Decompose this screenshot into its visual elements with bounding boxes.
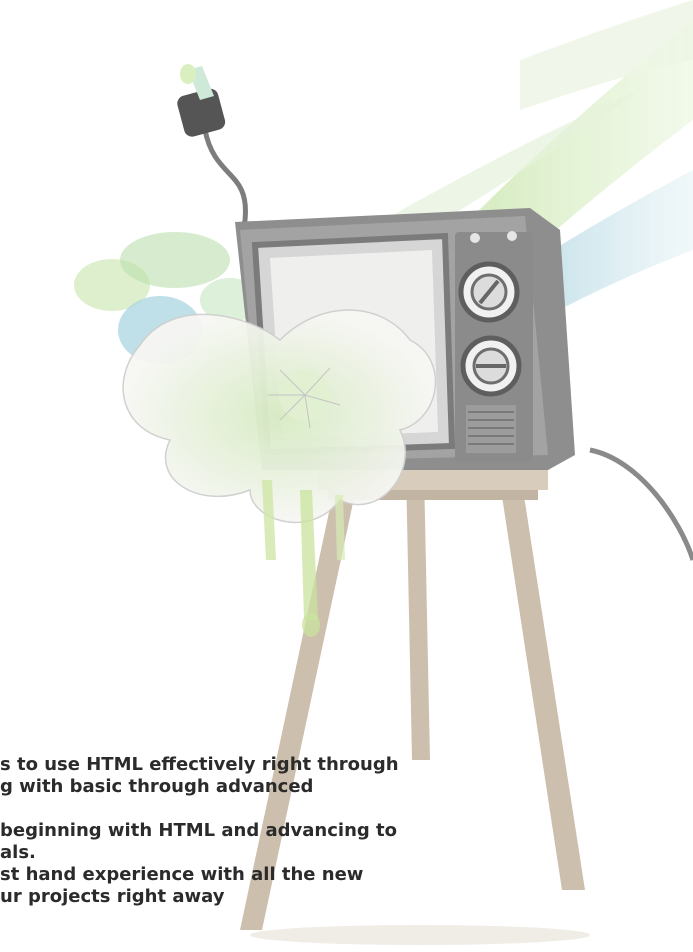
page: s to use HTML effectively right through …	[0, 0, 693, 952]
promo-line-4: als.	[0, 842, 36, 863]
promo-line-1: s to use HTML effectively right through	[0, 754, 399, 775]
flower-decoration	[122, 309, 437, 637]
promo-line-2: g with basic through advanced	[0, 776, 314, 797]
easel	[240, 468, 585, 930]
promo-line-6: ur projects right away	[0, 886, 225, 907]
tv-easel-illustration	[74, 0, 693, 945]
ground-shadow	[250, 925, 590, 945]
promo-line-3: beginning with HTML and advancing to	[0, 820, 398, 841]
promo-line-5: st hand experience with all the new	[0, 864, 364, 885]
